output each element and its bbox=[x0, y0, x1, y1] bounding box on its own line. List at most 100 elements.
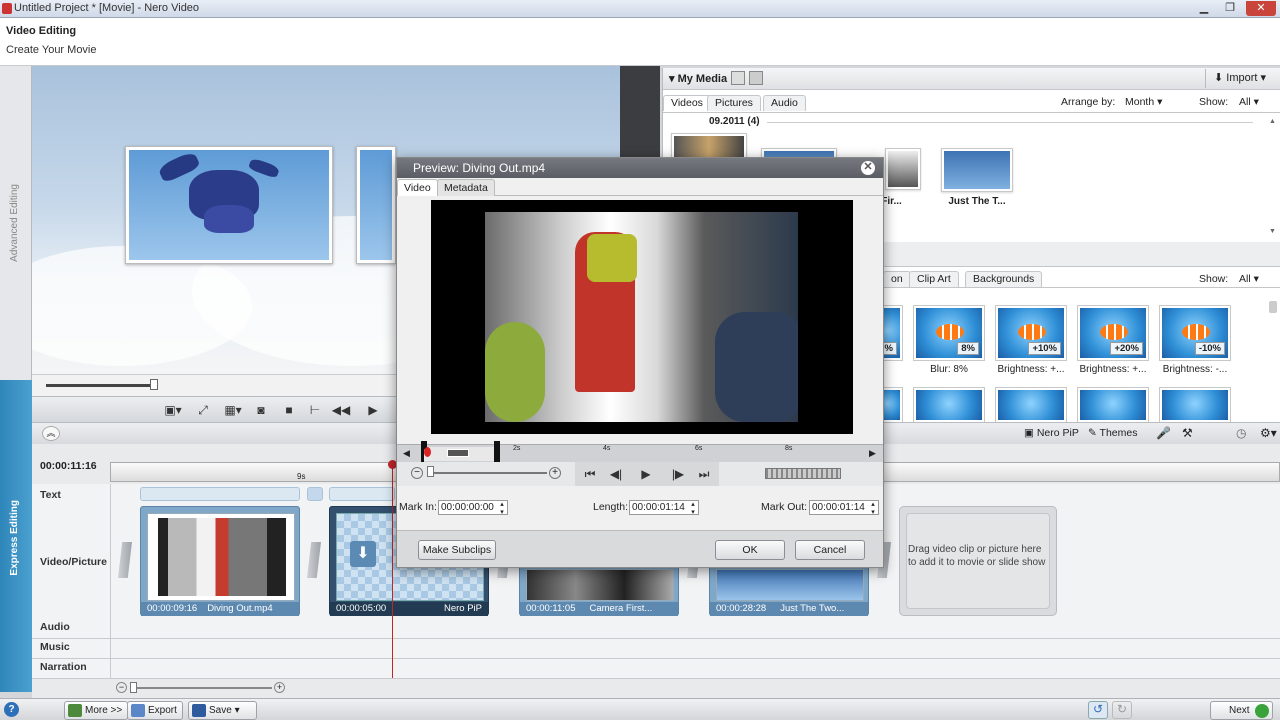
video-player[interactable] bbox=[431, 200, 853, 434]
maximize-button[interactable]: ❐ bbox=[1218, 1, 1242, 16]
microphone-icon[interactable]: 🎤 bbox=[1156, 426, 1171, 440]
dialog-title: Preview: Diving Out.mp4 bbox=[397, 158, 883, 178]
tab-advanced-editing[interactable]: Advanced Editing bbox=[0, 66, 32, 380]
effect-item-row2-3[interactable] bbox=[1077, 387, 1149, 423]
text-slot[interactable] bbox=[140, 487, 300, 501]
length-label: Length: bbox=[593, 501, 629, 513]
text-link-icon[interactable] bbox=[307, 487, 323, 501]
dialog-zoom-handle[interactable] bbox=[427, 466, 434, 477]
effect-blur-8[interactable]: 8% bbox=[913, 305, 985, 361]
themes-button[interactable]: ✎ Themes bbox=[1088, 427, 1137, 439]
dialog-close-icon[interactable]: ✕ bbox=[861, 161, 875, 175]
effect-item-row2-2[interactable] bbox=[995, 387, 1067, 423]
dialog-zoom-in-icon[interactable]: + bbox=[549, 467, 561, 479]
scrubber-handle[interactable] bbox=[150, 379, 158, 390]
drop-zone[interactable]: Drag video clip or picture here to add i… bbox=[899, 506, 1057, 616]
media-thumb-4[interactable] bbox=[941, 148, 1013, 192]
media-thumb-3[interactable] bbox=[885, 148, 921, 190]
stop-icon[interactable]: ■ bbox=[278, 400, 300, 420]
list-view-icon[interactable] bbox=[731, 71, 745, 85]
aspect-icon[interactable]: ▦▾ bbox=[220, 400, 246, 420]
tab-backgrounds[interactable]: Backgrounds bbox=[965, 271, 1043, 287]
dialog-tab-video[interactable]: Video bbox=[397, 179, 438, 196]
dialog-tab-metadata[interactable]: Metadata bbox=[437, 179, 495, 196]
mark-out-field[interactable]: 00:00:01:14 bbox=[809, 500, 879, 516]
display-mode-icon[interactable]: ▣▾ bbox=[160, 400, 186, 420]
ruler-mark: 9s bbox=[297, 472, 306, 481]
zoom-slider[interactable] bbox=[130, 687, 272, 689]
export-button[interactable]: Export bbox=[127, 701, 183, 720]
minimize-button[interactable]: ▁ bbox=[1192, 1, 1216, 16]
dialog-zoom-out-icon[interactable]: − bbox=[411, 467, 423, 479]
frame-back-icon[interactable]: ◀| bbox=[605, 464, 627, 484]
mark-in-field[interactable]: 00:00:00:00 bbox=[438, 500, 508, 516]
frame-forward-icon[interactable]: |▶ bbox=[667, 464, 689, 484]
media-thumb-4-caption: Just The T... bbox=[948, 196, 1006, 207]
playhead[interactable] bbox=[392, 462, 393, 678]
scroll-up-icon[interactable]: ▲ bbox=[1269, 118, 1277, 126]
snapshot-icon[interactable]: ◙ bbox=[250, 400, 272, 420]
effect-item-row2-1[interactable] bbox=[913, 387, 985, 423]
skip-end-icon[interactable]: ⏭ bbox=[693, 464, 715, 484]
previous-frame-icon[interactable]: ◀◀ bbox=[330, 400, 352, 420]
tab-pictures[interactable]: Pictures bbox=[707, 95, 761, 111]
cancel-button[interactable]: Cancel bbox=[795, 540, 865, 560]
dialog-timeline-right-icon[interactable]: ▶ bbox=[869, 448, 876, 459]
collapse-icon[interactable]: ︽ bbox=[42, 426, 60, 441]
tab-transitions[interactable]: on bbox=[883, 271, 911, 287]
effect-brightness-20[interactable]: +20% bbox=[1077, 305, 1149, 361]
tab-express-editing[interactable]: Express Editing bbox=[0, 380, 32, 692]
clock-icon[interactable]: ◷ bbox=[1236, 426, 1246, 440]
scroll-down-icon[interactable]: ▼ bbox=[1269, 228, 1277, 236]
next-button[interactable]: Next bbox=[1210, 701, 1273, 720]
nero-pip-button[interactable]: ▣ Nero PiP bbox=[1024, 427, 1079, 439]
fullscreen-icon[interactable]: ⤢ bbox=[192, 400, 214, 420]
more-button[interactable]: More >> bbox=[64, 701, 129, 720]
jog-wheel[interactable] bbox=[765, 468, 841, 479]
import-button[interactable]: ⬇ Import ▾ bbox=[1205, 69, 1275, 88]
skip-start-icon[interactable]: ⏮ bbox=[579, 464, 601, 484]
zoom-slider-handle[interactable] bbox=[130, 682, 137, 693]
tick-8s: 8s bbox=[785, 445, 793, 452]
help-icon[interactable]: ? bbox=[4, 702, 19, 717]
make-subclips-button[interactable]: Make Subclips bbox=[418, 540, 496, 560]
dialog-timeline-left-icon[interactable]: ◀ bbox=[403, 448, 410, 459]
length-field[interactable]: 00:00:01:14 bbox=[629, 500, 699, 516]
effect-brightness-10[interactable]: +10% bbox=[995, 305, 1067, 361]
dialog-playhead[interactable] bbox=[424, 447, 431, 457]
media-show-select[interactable]: All ▾ bbox=[1239, 96, 1259, 108]
dialog-play-icon[interactable]: ▶ bbox=[635, 464, 657, 484]
clip-name: Just The Two... bbox=[780, 603, 845, 614]
arrange-by-select[interactable]: Month ▾ bbox=[1125, 96, 1162, 108]
page-subtitle: Create Your Movie bbox=[6, 44, 97, 56]
zoom-in-icon[interactable]: + bbox=[274, 682, 285, 693]
options-icon[interactable]: ⚙▾ bbox=[1260, 426, 1277, 440]
dialog-controls: − + ⏮ ◀| ▶ |▶ ⏭ bbox=[397, 462, 883, 486]
ok-button[interactable]: OK bbox=[715, 540, 785, 560]
effects-scrollbar[interactable] bbox=[1269, 301, 1277, 313]
dialog-zoom-slider[interactable] bbox=[427, 472, 547, 474]
play-icon[interactable]: ▶ bbox=[362, 400, 384, 420]
text-slot[interactable] bbox=[329, 487, 395, 501]
mark-out-handle[interactable] bbox=[494, 441, 500, 463]
clip-duration: 00:00:05:00 bbox=[336, 603, 387, 614]
effect-item-row2-4[interactable] bbox=[1159, 387, 1231, 423]
preview-photo-1 bbox=[125, 146, 333, 264]
split-icon[interactable]: ⊢ bbox=[304, 400, 326, 420]
tab-audio[interactable]: Audio bbox=[763, 95, 806, 111]
effects-show-select[interactable]: All ▾ bbox=[1239, 273, 1259, 285]
tools-icon[interactable]: ⚒ bbox=[1182, 426, 1193, 440]
grid-view-icon[interactable] bbox=[749, 71, 763, 85]
timeline-clip-diving-out[interactable]: 00:00:09:16 Diving Out.mp4 bbox=[140, 506, 300, 616]
tab-clip-art[interactable]: Clip Art bbox=[909, 271, 959, 287]
save-button[interactable]: Save ▾ bbox=[188, 701, 257, 720]
redo-icon[interactable]: ↻ bbox=[1112, 701, 1132, 719]
effect-brightness-minus-10[interactable]: -10% bbox=[1159, 305, 1231, 361]
tab-videos[interactable]: Videos bbox=[663, 95, 711, 111]
undo-icon[interactable]: ↺ bbox=[1088, 701, 1108, 719]
effects-show-label: Show: bbox=[1199, 273, 1229, 285]
close-button[interactable]: ✕ bbox=[1246, 1, 1276, 16]
clip-duration: 00:00:09:16 bbox=[147, 603, 198, 614]
zoom-out-icon[interactable]: − bbox=[116, 682, 127, 693]
dialog-timeline[interactable]: ◀ ▶ 2s 4s 6s 8s bbox=[397, 441, 883, 463]
